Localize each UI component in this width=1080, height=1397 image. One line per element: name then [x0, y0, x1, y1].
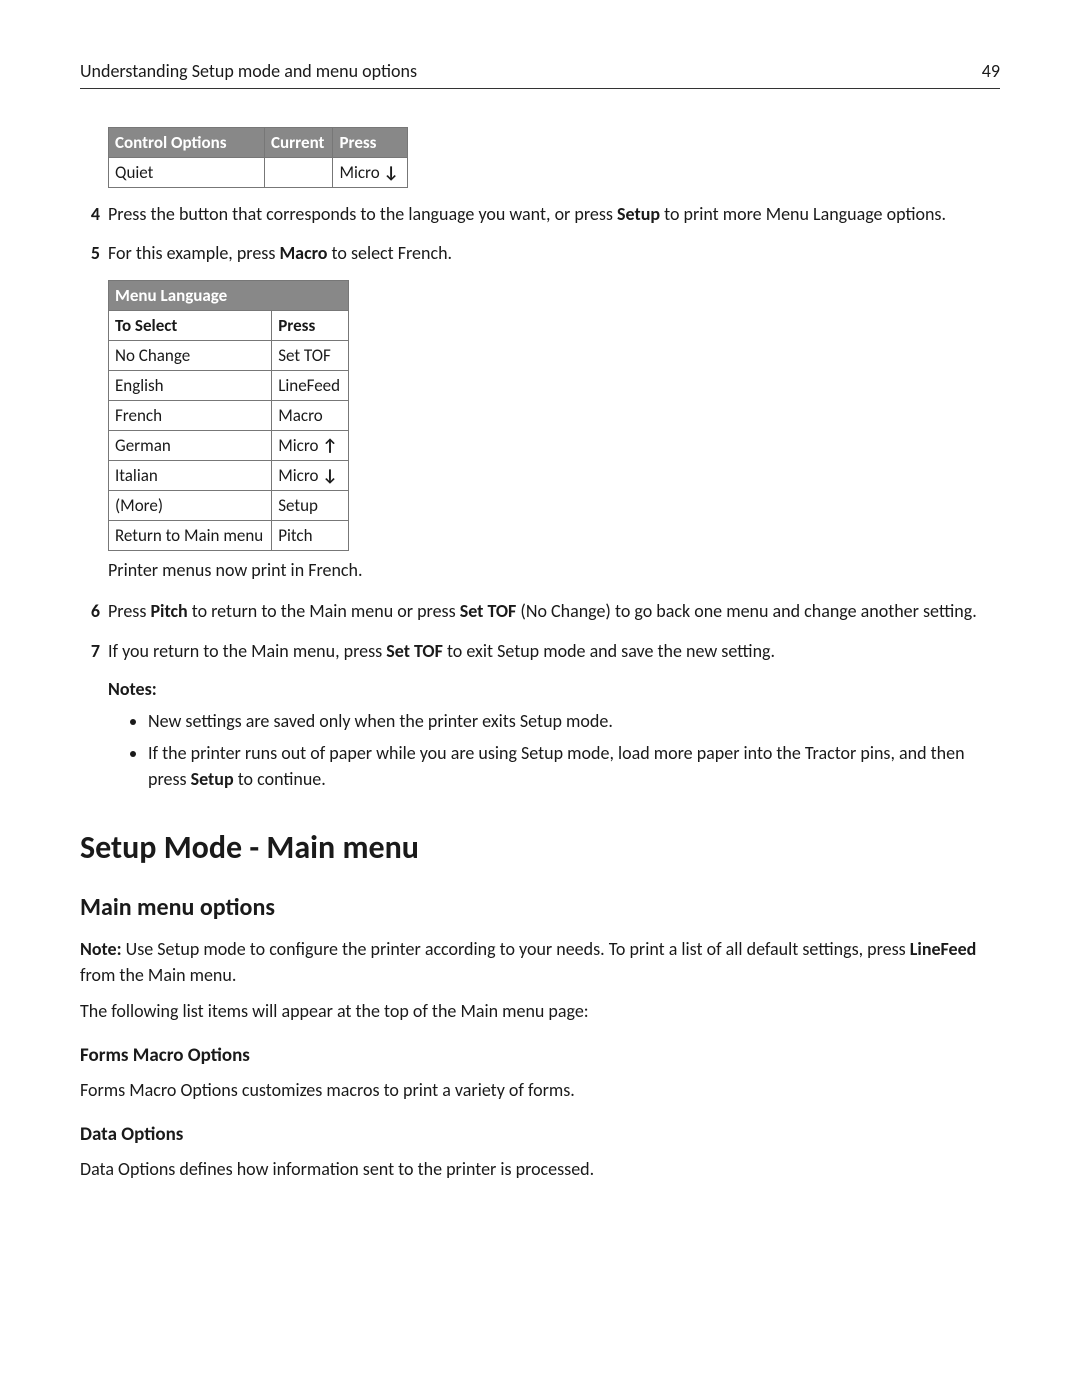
t1-r1c2 — [265, 158, 333, 188]
micro-label: Micro — [278, 465, 322, 486]
step-4-text-c: to print more Menu Language options. — [660, 203, 946, 225]
step-7-a: If you return to the Main menu, press — [108, 640, 386, 662]
t2-sub2: Press — [272, 311, 349, 341]
step-6-d: Set TOF — [460, 600, 517, 622]
note-2-c: to continue. — [234, 768, 326, 790]
t1-h3: Press — [333, 128, 407, 158]
t2-r1-b: LineFeed — [272, 371, 349, 401]
micro-label: Micro — [278, 435, 322, 456]
forms-macro-paragraph: Forms Macro Options customizes macros to… — [80, 1077, 1000, 1103]
arrow-up-icon: ↑ — [322, 435, 337, 456]
note-2-b: Setup — [191, 768, 234, 790]
micro-label: Micro — [339, 162, 383, 183]
step-7: 7 If you return to the Main menu, press … — [80, 639, 1000, 664]
notes-label: Notes: — [108, 678, 1000, 700]
step-5-text-c: to select French. — [327, 242, 452, 264]
step-5-text-a: For this example, press — [108, 242, 279, 264]
table2-caption: Printer menus now print in French. — [108, 559, 1000, 581]
t2-r5-b: Setup — [272, 491, 349, 521]
step-6-e: (No Change) to go back one menu and chan… — [516, 600, 976, 622]
t2-h1: Menu Language — [109, 281, 349, 311]
step-6: 6 Press Pitch to return to the Main menu… — [80, 599, 1000, 624]
t2-r4-a: Italian — [109, 461, 272, 491]
t2-r2-a: French — [109, 401, 272, 431]
steps-list-bottom: 6 Press Pitch to return to the Main menu… — [80, 599, 1000, 663]
arrow-down-icon: ↓ — [384, 162, 399, 183]
h1-setup-mode: Setup Mode - Main menu — [80, 828, 1000, 867]
step-6-a: Press — [108, 600, 150, 622]
t2-r3-b: Micro ↑ — [272, 431, 349, 461]
t1-r1c3: Micro ↓ — [333, 158, 407, 188]
h3-data-options: Data Options — [80, 1123, 1000, 1146]
t2-r3-a: German — [109, 431, 272, 461]
t1-h2: Current — [265, 128, 333, 158]
step-5-bold: Macro — [279, 242, 327, 264]
t2-r0-b: Set TOF — [272, 341, 349, 371]
arrow-down-icon: ↓ — [322, 465, 337, 486]
step-4-bold: Setup — [617, 203, 660, 225]
note-1: New settings are saved only when the pri… — [148, 708, 1000, 734]
step-7-c: to exit Setup mode and save the new sett… — [443, 640, 775, 662]
page-number: 49 — [982, 60, 1000, 82]
data-options-paragraph: Data Options defines how information sen… — [80, 1156, 1000, 1182]
note-bold: Note: — [80, 938, 122, 960]
t2-sub1: To Select — [109, 311, 272, 341]
step-5-num: 5 — [80, 241, 100, 266]
t1-h1: Control Options — [109, 128, 265, 158]
t2-r6-b: Pitch — [272, 521, 349, 551]
t2-r2-b: Macro — [272, 401, 349, 431]
h2-main-menu-options: Main menu options — [80, 893, 1000, 922]
menu-language-table: Menu Language To Select Press No ChangeS… — [108, 280, 349, 551]
t2-r6-a: Return to Main menu — [109, 521, 272, 551]
step-4-text-a: Press the button that corresponds to the… — [108, 203, 617, 225]
notes-list: New settings are saved only when the pri… — [130, 708, 1000, 792]
note-paragraph: Note: Use Setup mode to configure the pr… — [80, 936, 1000, 988]
t1-r1c1: Quiet — [109, 158, 265, 188]
step-6-c: to return to the Main menu or press — [188, 600, 460, 622]
header-title: Understanding Setup mode and menu option… — [80, 60, 417, 82]
step-5: 5 For this example, press Macro to selec… — [80, 241, 1000, 266]
step-7-b: Set TOF — [386, 640, 443, 662]
page-header: Understanding Setup mode and menu option… — [80, 60, 1000, 89]
step-6-b: Pitch — [150, 600, 187, 622]
t2-r5-a: (More) — [109, 491, 272, 521]
note-2: If the printer runs out of paper while y… — [148, 740, 1000, 792]
h3-forms-macro: Forms Macro Options — [80, 1044, 1000, 1067]
note-text-b: Use Setup mode to configure the printer … — [122, 938, 910, 960]
step-4-num: 4 — [80, 202, 100, 227]
t2-r4-b: Micro ↓ — [272, 461, 349, 491]
t2-r1-a: English — [109, 371, 272, 401]
control-options-table: Control Options Current Press Quiet Micr… — [108, 127, 408, 188]
linefeed-bold: LineFeed — [910, 938, 977, 960]
step-6-num: 6 — [80, 599, 100, 624]
step-7-num: 7 — [80, 639, 100, 664]
page: Understanding Setup mode and menu option… — [0, 0, 1080, 1273]
intro-list-paragraph: The following list items will appear at … — [80, 998, 1000, 1024]
t2-r0-a: No Change — [109, 341, 272, 371]
steps-list-top: 4 Press the button that corresponds to t… — [80, 202, 1000, 266]
step-4: 4 Press the button that corresponds to t… — [80, 202, 1000, 227]
note-text-d: from the Main menu. — [80, 964, 236, 986]
